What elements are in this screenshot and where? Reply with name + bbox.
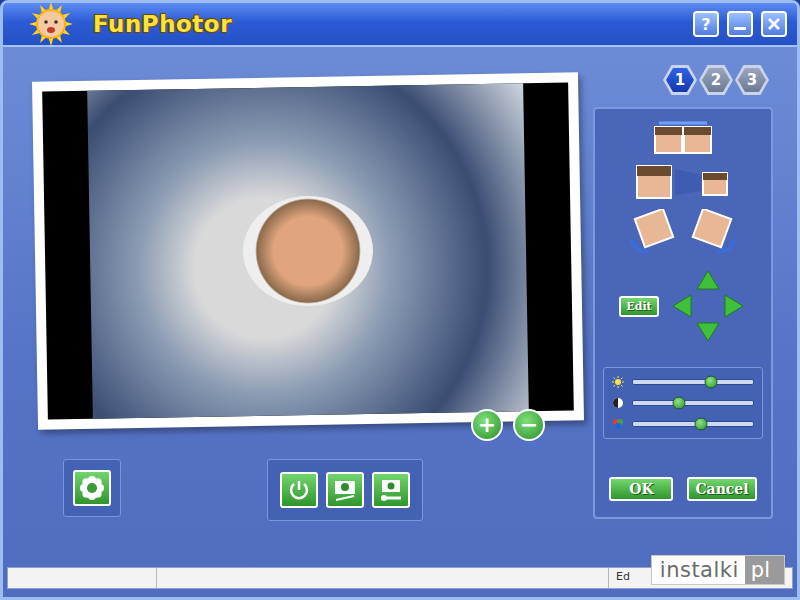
edit-button[interactable]: Edit [619, 296, 658, 317]
minimize-button[interactable] [727, 11, 753, 37]
flower-gear-icon [78, 474, 106, 502]
watermark: instalkipl [651, 555, 785, 585]
step-tab[interactable]: 2 [699, 65, 733, 95]
rotate-left-face-icon [627, 209, 675, 255]
step-tabs: 123 [593, 65, 769, 95]
photo-frame [32, 72, 584, 429]
arrow-up-icon [696, 270, 720, 290]
tools-panel [267, 459, 423, 521]
rotate-right-button[interactable] [691, 209, 739, 255]
zoom-button[interactable]: − [513, 409, 545, 441]
camera-capture-icon [332, 478, 358, 502]
resize-button[interactable] [633, 165, 733, 199]
brightness-icon [612, 376, 624, 388]
close-button[interactable] [761, 11, 787, 37]
slider-row [612, 418, 754, 430]
power-icon [287, 478, 311, 502]
dialog-button[interactable]: Cancel [687, 477, 756, 501]
slider-track[interactable] [632, 379, 754, 385]
up-button[interactable] [695, 267, 721, 293]
helmet-shape [242, 195, 374, 307]
minimize-icon [733, 17, 747, 31]
slider-row [612, 376, 754, 388]
settings-button[interactable] [73, 470, 111, 506]
arrow-right-icon [724, 294, 744, 318]
zoom-button[interactable]: + [471, 409, 503, 441]
arrow-left-icon [672, 294, 692, 318]
contrast-icon [612, 397, 624, 409]
slider-track[interactable] [632, 421, 754, 427]
settings-panel [63, 459, 121, 517]
bottom-toolbar [35, 459, 581, 521]
resize-face-icon [633, 165, 733, 199]
mirror-button[interactable] [653, 119, 713, 155]
controls-column: 123 Edit OK Cancel [581, 47, 799, 567]
color-icon [612, 418, 624, 430]
title-bar: FunPhotor? [3, 3, 797, 47]
photo [87, 83, 529, 419]
adjust-panel: Edit OK Cancel [593, 107, 773, 519]
slider-row [612, 397, 754, 409]
photo-background [42, 82, 574, 419]
app-title: FunPhotor [93, 11, 232, 37]
arrow-down-icon [696, 322, 720, 342]
slider-track[interactable] [632, 400, 754, 406]
rotate-left-button[interactable] [627, 209, 675, 255]
image-adjust-sliders [603, 367, 763, 439]
power-button[interactable] [280, 472, 318, 508]
mirror-faces-icon [653, 119, 713, 155]
right-button[interactable] [721, 293, 747, 319]
dialog-button[interactable]: OK [609, 477, 673, 501]
baby-sun-logo-icon [27, 2, 75, 46]
preview-stage: +− [35, 77, 581, 441]
down-button[interactable] [695, 319, 721, 345]
slider-knob[interactable] [705, 376, 718, 389]
main-area: +− 123 Edit OK Cancel [3, 47, 797, 567]
step-tab[interactable]: 3 [735, 65, 769, 95]
close-icon [767, 17, 781, 31]
rotate-right-face-icon [691, 209, 739, 255]
camera-settings-button[interactable] [372, 472, 410, 508]
left-button[interactable] [669, 293, 695, 319]
direction-pad [669, 267, 747, 345]
capture-button[interactable] [326, 472, 364, 508]
preview-column: +− [3, 47, 581, 567]
help-button[interactable]: ? [693, 11, 719, 37]
app-window: FunPhotor?+−123EditOKCancelEdinstalkipl [0, 0, 800, 600]
camera-tools-icon [378, 478, 404, 502]
slider-knob[interactable] [695, 418, 708, 431]
step-tab[interactable]: 1 [663, 65, 697, 95]
slider-knob[interactable] [672, 397, 685, 410]
